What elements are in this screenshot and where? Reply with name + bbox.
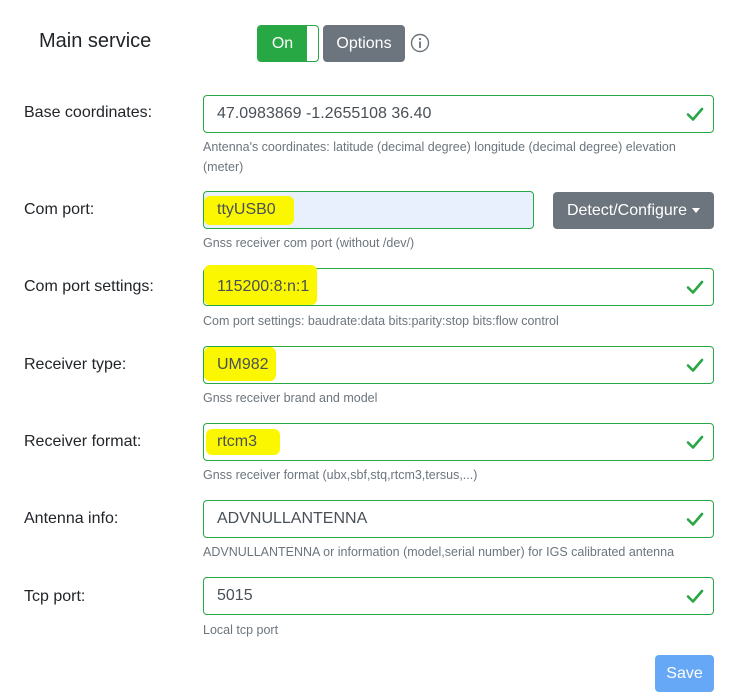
detect-configure-label: Detect/Configure xyxy=(566,202,688,219)
com-port-settings-field[interactable] xyxy=(203,265,714,306)
tcp-port-help: Local tcp port xyxy=(203,623,279,637)
check-icon xyxy=(686,107,704,121)
check-icon xyxy=(686,589,704,603)
receiver-format-input[interactable] xyxy=(204,424,713,460)
service-title: Main service xyxy=(39,30,152,52)
save-button[interactable]: Save xyxy=(655,655,714,692)
receiver-format-label: Receiver format: xyxy=(24,433,142,450)
base-coordinates-help: Antenna's coordinates: latitude (decimal… xyxy=(203,140,676,174)
receiver-type-help: Gnss receiver brand and model xyxy=(203,391,378,405)
antenna-info-input[interactable] xyxy=(204,501,713,537)
check-icon xyxy=(686,435,704,449)
check-icon xyxy=(686,512,704,526)
receiver-type-label: Receiver type: xyxy=(24,356,127,373)
com-port-label: Com port: xyxy=(24,201,95,218)
com-port-field[interactable] xyxy=(203,191,534,229)
tcp-port-label: Tcp port: xyxy=(24,588,86,605)
antenna-info-help: ADVNULLANTENNA or information (model,ser… xyxy=(203,545,675,559)
info-circle-icon[interactable] xyxy=(410,33,430,53)
main-service-form: Main service On Options Base coordinates… xyxy=(0,0,740,698)
receiver-format-help: Gnss receiver format (ubx,sbf,stq,rtcm3,… xyxy=(203,468,478,482)
service-toggle[interactable]: On xyxy=(257,25,319,62)
base-coordinates-label: Base coordinates: xyxy=(24,104,153,121)
com-port-input[interactable] xyxy=(204,192,533,228)
tcp-port-input[interactable] xyxy=(204,578,713,614)
tcp-port-field[interactable] xyxy=(203,577,714,615)
receiver-type-field[interactable] xyxy=(203,346,714,384)
caret-down-icon xyxy=(692,208,701,213)
antenna-info-field[interactable] xyxy=(203,500,714,538)
check-icon xyxy=(686,358,704,372)
com-port-settings-input[interactable] xyxy=(204,269,713,305)
com-port-help: Gnss receiver com port (without /dev/) xyxy=(203,236,415,250)
base-coordinates-field[interactable] xyxy=(203,95,714,133)
check-icon xyxy=(686,280,704,294)
receiver-format-field[interactable] xyxy=(203,423,714,461)
base-coordinates-input[interactable] xyxy=(204,96,713,132)
toggle-on-label: On xyxy=(258,26,307,61)
antenna-info-label: Antenna info: xyxy=(24,510,119,527)
detect-configure-button[interactable]: Detect/Configure xyxy=(553,192,714,229)
options-button[interactable]: Options xyxy=(323,25,405,62)
com-port-settings-label: Com port settings: xyxy=(24,278,154,295)
receiver-type-input[interactable] xyxy=(204,347,713,383)
com-port-settings-help: Com port settings: baudrate:data bits:pa… xyxy=(203,314,559,328)
